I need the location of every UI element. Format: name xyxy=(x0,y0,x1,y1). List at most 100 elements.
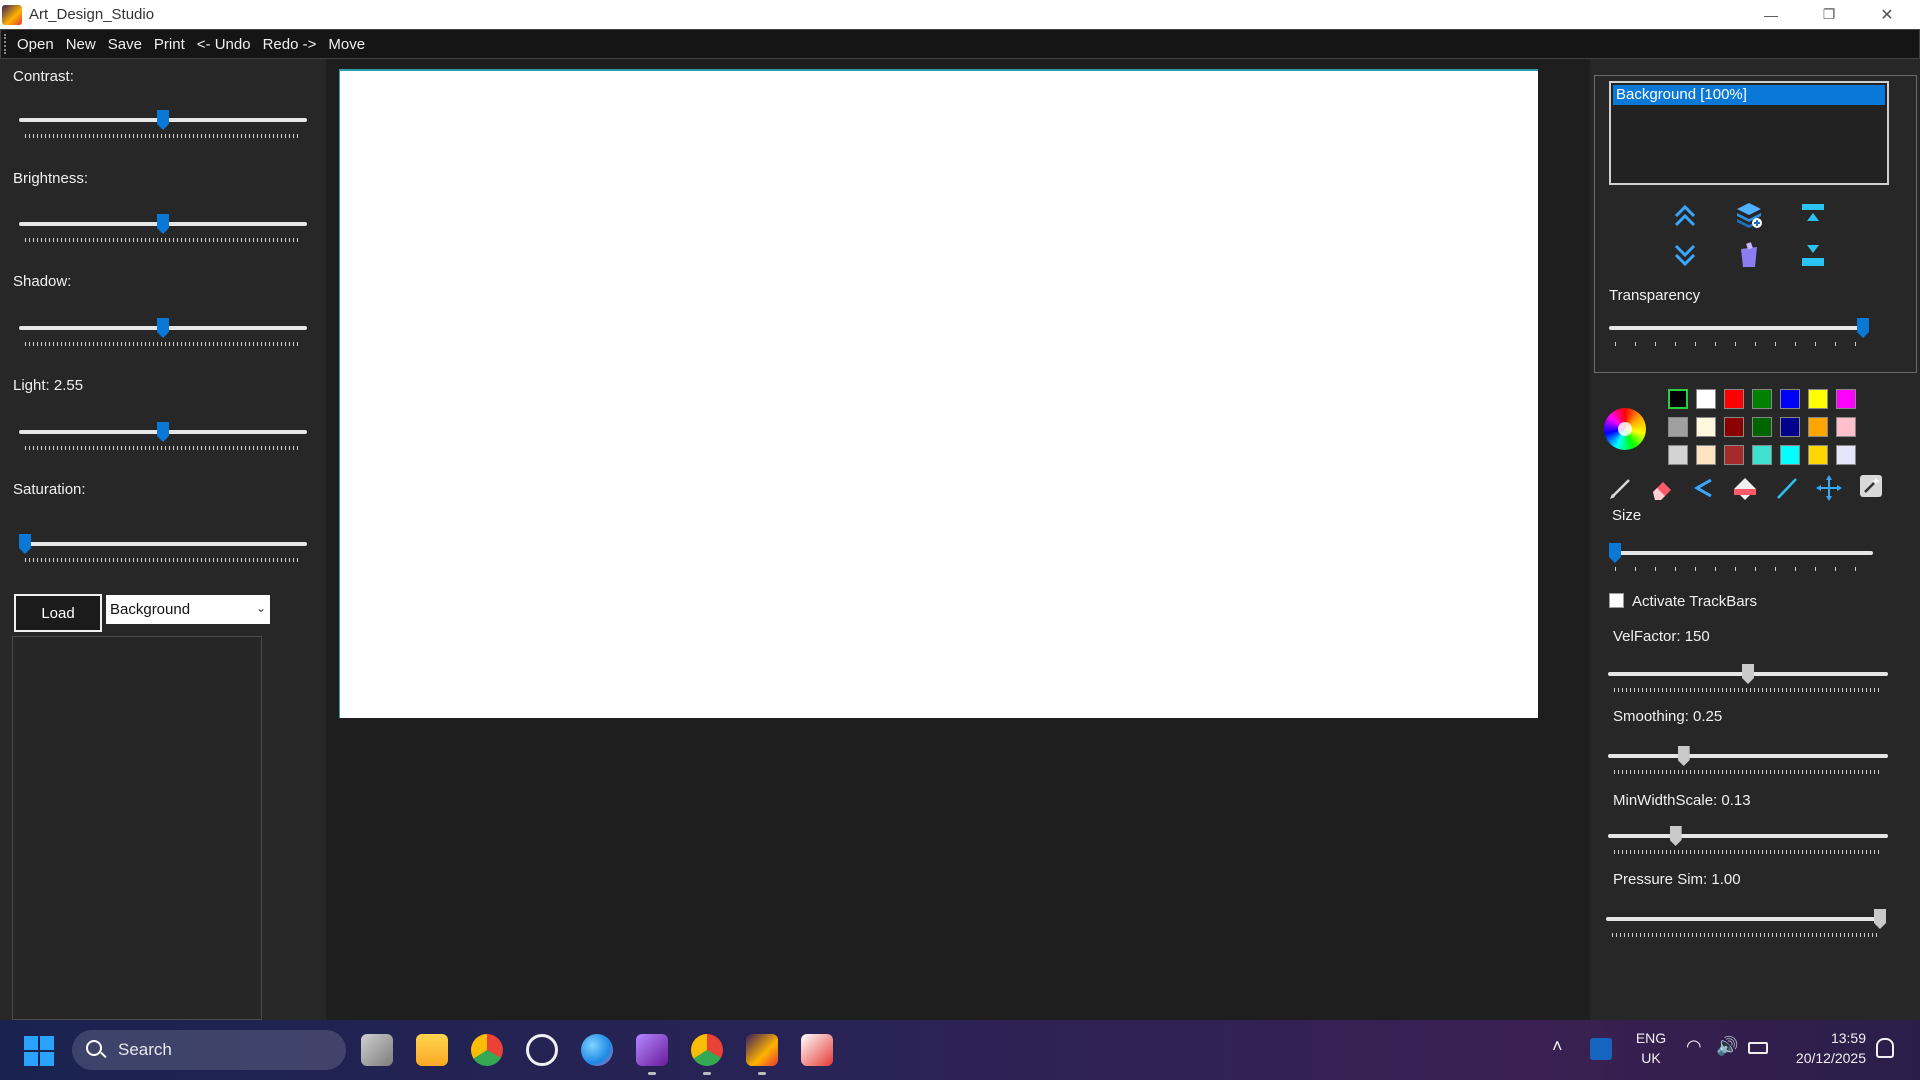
menu-move[interactable]: Move xyxy=(322,36,371,53)
line-tool-icon[interactable] xyxy=(1773,474,1801,502)
search-placeholder: Search xyxy=(118,1040,172,1059)
notification-bell-icon[interactable] xyxy=(1876,1038,1894,1058)
color-swatch[interactable] xyxy=(1780,445,1800,465)
color-swatch[interactable] xyxy=(1780,417,1800,437)
menu-open[interactable]: Open xyxy=(11,36,60,53)
art-design-studio-taskbar-icon[interactable] xyxy=(746,1034,778,1066)
box-app-icon[interactable] xyxy=(1590,1038,1612,1060)
light-slider-thumb[interactable] xyxy=(157,422,169,442)
size-slider-thumb[interactable] xyxy=(1609,543,1621,563)
move-layer-up-icon[interactable] xyxy=(1671,202,1699,230)
region-code[interactable]: UK xyxy=(1634,1050,1668,1066)
eraser-icon[interactable] xyxy=(1647,474,1675,502)
menu-new[interactable]: New xyxy=(60,36,102,53)
color-swatch[interactable] xyxy=(1808,417,1828,437)
shadow-slider-thumb[interactable] xyxy=(157,318,169,338)
pressure-sim-slider[interactable] xyxy=(1606,909,1886,939)
battery-icon[interactable] xyxy=(1748,1042,1768,1054)
color-swatch[interactable] xyxy=(1752,445,1772,465)
color-swatch[interactable] xyxy=(1696,417,1716,437)
language-code[interactable]: ENG xyxy=(1634,1030,1668,1046)
chevron-up-icon[interactable]: ˄ xyxy=(1552,1036,1563,1057)
delete-layer-icon[interactable] xyxy=(1735,241,1763,269)
task-view-icon[interactable] xyxy=(361,1034,393,1066)
close-icon: ✕ xyxy=(1880,6,1894,24)
add-layer-icon[interactable] xyxy=(1735,201,1763,229)
file-list[interactable] xyxy=(12,636,262,1020)
light-slider[interactable] xyxy=(19,422,307,452)
color-picker-icon[interactable] xyxy=(1604,408,1646,450)
color-swatch[interactable] xyxy=(1668,389,1688,409)
clock-time[interactable]: 13:59 xyxy=(1786,1030,1866,1046)
transparency-slider[interactable] xyxy=(1609,318,1869,348)
color-swatch[interactable] xyxy=(1752,389,1772,409)
color-swatch[interactable] xyxy=(1836,389,1856,409)
fill-bucket-icon[interactable] xyxy=(1731,474,1759,502)
paint-icon[interactable] xyxy=(581,1034,613,1066)
shadow-slider[interactable] xyxy=(19,318,307,348)
volume-icon[interactable]: 🔊 xyxy=(1716,1036,1738,1057)
saturation-slider[interactable] xyxy=(19,534,307,564)
file-explorer-icon[interactable] xyxy=(416,1034,448,1066)
start-button[interactable] xyxy=(24,1036,54,1066)
smudge-icon[interactable] xyxy=(1689,474,1717,502)
menu-undo[interactable]: <- Undo xyxy=(191,36,257,53)
color-swatch[interactable] xyxy=(1780,389,1800,409)
smoothing-slider-thumb[interactable] xyxy=(1677,746,1690,766)
color-swatch[interactable] xyxy=(1724,389,1744,409)
load-button[interactable]: Load xyxy=(14,594,102,632)
layer-to-top-icon[interactable] xyxy=(1799,201,1827,229)
color-swatch[interactable] xyxy=(1696,389,1716,409)
color-swatch[interactable] xyxy=(1668,445,1688,465)
velfactor-slider-thumb[interactable] xyxy=(1742,664,1754,684)
brightness-slider-thumb[interactable] xyxy=(157,214,169,234)
contrast-slider[interactable] xyxy=(19,110,307,140)
brightness-slider[interactable] xyxy=(19,214,307,244)
chrome-icon[interactable] xyxy=(471,1034,503,1066)
magic-wand-icon[interactable] xyxy=(1857,472,1885,500)
wifi-icon[interactable]: ◠ xyxy=(1686,1036,1702,1057)
layer-to-bottom-icon[interactable] xyxy=(1799,241,1827,269)
smoothing-slider[interactable] xyxy=(1608,746,1888,776)
size-slider[interactable] xyxy=(1609,543,1873,573)
color-swatch[interactable] xyxy=(1668,417,1688,437)
saturation-slider-thumb[interactable] xyxy=(19,534,31,554)
taskbar-search[interactable]: Search xyxy=(72,1030,346,1070)
move-tool-icon[interactable] xyxy=(1815,474,1843,502)
layer-select[interactable]: Background ⌄ xyxy=(106,595,270,624)
menu-print[interactable]: Print xyxy=(148,36,191,53)
clock-date[interactable]: 20/12/2025 xyxy=(1776,1050,1866,1066)
color-swatch[interactable] xyxy=(1836,417,1856,437)
pressure-sim-slider-thumb[interactable] xyxy=(1874,909,1886,929)
activate-trackbars-checkbox[interactable] xyxy=(1609,593,1624,608)
minimize-button[interactable]: — xyxy=(1742,0,1800,29)
chatgpt-icon[interactable] xyxy=(526,1034,558,1066)
color-swatch[interactable] xyxy=(1724,445,1744,465)
color-swatch[interactable] xyxy=(1696,445,1716,465)
minwidthscale-slider-thumb[interactable] xyxy=(1669,826,1682,846)
pencil-icon[interactable] xyxy=(1607,474,1635,502)
color-swatch[interactable] xyxy=(1808,445,1828,465)
restore-button[interactable]: ❐ xyxy=(1800,0,1858,29)
color-swatch[interactable] xyxy=(1752,417,1772,437)
transparency-slider-thumb[interactable] xyxy=(1857,318,1869,338)
contrast-slider-thumb[interactable] xyxy=(157,110,169,130)
layer-item[interactable]: Background [100%] xyxy=(1613,85,1885,105)
color-swatch[interactable] xyxy=(1724,417,1744,437)
menu-save[interactable]: Save xyxy=(102,36,148,53)
menu-redo[interactable]: Redo -> xyxy=(257,36,323,53)
snipping-tool-icon[interactable] xyxy=(801,1034,833,1066)
layer-list[interactable]: Background [100%] xyxy=(1609,81,1889,185)
velfactor-slider[interactable] xyxy=(1608,664,1888,694)
chevron-down-icon: ⌄ xyxy=(255,601,266,615)
close-button[interactable]: ✕ xyxy=(1858,0,1916,29)
title-bar: Art_Design_Studio — ❐ ✕ xyxy=(0,0,1920,29)
minwidthscale-slider[interactable] xyxy=(1608,826,1888,856)
chrome-profile-icon[interactable] xyxy=(691,1034,723,1066)
move-layer-down-icon[interactable] xyxy=(1671,241,1699,269)
visual-studio-icon[interactable] xyxy=(636,1034,668,1066)
menu-grip-handle[interactable] xyxy=(4,34,7,54)
color-swatch[interactable] xyxy=(1808,389,1828,409)
color-swatch[interactable] xyxy=(1836,445,1856,465)
drawing-canvas[interactable] xyxy=(339,69,1538,718)
